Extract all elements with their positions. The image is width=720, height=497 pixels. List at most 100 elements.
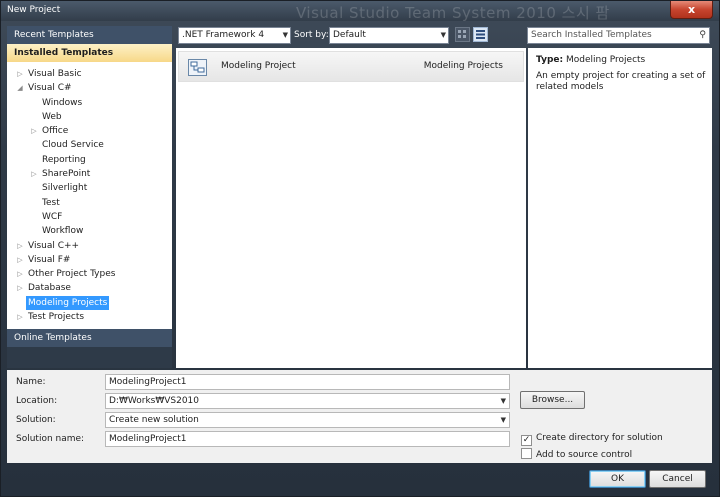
search-icon[interactable]: ⚲ <box>699 28 706 43</box>
tree-item[interactable]: Windows <box>7 96 172 110</box>
description-text: An empty project for creating a set of r… <box>536 71 706 92</box>
tree-item-label: Visual Basic <box>28 69 82 79</box>
tree-item-label: Test Projects <box>28 312 85 323</box>
tree-item[interactable]: ▷ Test Projects <box>7 310 172 324</box>
tree-item[interactable]: Modeling Projects <box>7 295 172 311</box>
tree-item-label: Office <box>42 126 69 137</box>
location-label: Location: <box>16 396 58 406</box>
source-control-label: Add to source control <box>536 450 633 460</box>
tree-item-label: Web <box>42 111 62 122</box>
ok-button[interactable]: OK <box>589 470 646 488</box>
create-directory-checkbox[interactable]: ✓ <box>521 435 532 446</box>
tree-item-label: Visual C# <box>28 83 72 94</box>
tree-item-label: Visual C++ <box>28 240 80 251</box>
tree-item-label: Workflow <box>42 226 84 237</box>
collapsed-arrow-icon[interactable]: ▷ <box>15 310 25 324</box>
tree-item[interactable]: Workflow <box>7 224 172 238</box>
tree-item[interactable]: ◢ Visual C# <box>7 81 172 95</box>
tree-item-label: Test <box>42 197 60 208</box>
source-control-checkbox-row[interactable]: Add to source control <box>521 448 632 460</box>
window-title: New Project <box>7 5 61 15</box>
recent-templates-header[interactable]: Recent Templates <box>7 26 172 44</box>
tree-item-label: Visual F# <box>28 254 71 265</box>
tree-item[interactable]: ▷ Visual C++ <box>7 239 172 253</box>
collapsed-arrow-icon[interactable]: ▷ <box>15 253 25 267</box>
installed-templates-header[interactable]: Installed Templates <box>7 44 172 62</box>
tree-item-label: WCF <box>42 211 63 222</box>
location-value: D:₩Works₩VS2010 <box>109 396 200 406</box>
solution-label: Solution: <box>16 415 56 425</box>
solution-name-label: Solution name: <box>16 434 85 444</box>
chevron-down-icon: ▼ <box>440 31 446 39</box>
create-directory-label: Create directory for solution <box>536 433 663 443</box>
template-name: Modeling Project <box>221 61 296 71</box>
template-item-modeling-project[interactable]: Modeling Project Modeling Projects <box>178 51 524 82</box>
tree-item[interactable]: Web <box>7 110 172 124</box>
list-view-icon <box>476 30 485 39</box>
tree-item[interactable]: WCF <box>7 210 172 224</box>
tree-item[interactable]: Test <box>7 196 172 210</box>
small-icons-view-button[interactable] <box>455 27 470 42</box>
project-details-form: Name: ModelingProject1 Location: D:₩Work… <box>7 370 712 463</box>
browse-button[interactable]: Browse... <box>520 391 585 409</box>
new-project-dialog: New Project Visual Studio Team System 20… <box>0 0 720 497</box>
online-templates-header[interactable]: Online Templates <box>7 329 172 347</box>
tree-item-label: Cloud Service <box>42 140 104 151</box>
tree-item-label: Silverlight <box>42 183 88 194</box>
description-type: Type: Modeling Projects <box>536 55 645 65</box>
tree-item-label: SharePoint <box>42 169 91 180</box>
tree-item[interactable]: Silverlight <box>7 181 172 195</box>
tree-item[interactable]: Cloud Service <box>7 138 172 152</box>
cancel-button[interactable]: Cancel <box>649 470 706 488</box>
tree-item-label: Reporting <box>42 154 86 165</box>
tree-item[interactable]: ▷ SharePoint <box>7 167 172 181</box>
tree-item-label: Other Project Types <box>28 269 116 280</box>
chevron-down-icon[interactable]: ▼ <box>501 413 506 427</box>
tree-item[interactable]: ▷ Office <box>7 124 172 138</box>
framework-value: .NET Framework 4 <box>182 30 265 40</box>
template-description-panel: Type: Modeling Projects An empty project… <box>528 48 712 368</box>
tree-item-label: Windows <box>42 97 83 108</box>
collapsed-arrow-icon[interactable]: ▷ <box>15 267 25 281</box>
tree-item[interactable]: ▷ Other Project Types <box>7 267 172 281</box>
tree-item[interactable]: ▷ Visual F# <box>7 253 172 267</box>
template-list: Modeling Project Modeling Projects <box>176 48 526 368</box>
title-watermark: Visual Studio Team System 2010 스시 팜 <box>296 4 610 22</box>
framework-dropdown[interactable]: .NET Framework 4 ▼ <box>178 27 291 44</box>
left-panel-filler <box>7 347 172 368</box>
template-categories-panel: Recent Templates Installed Templates ▷ Vi… <box>7 26 172 368</box>
create-directory-checkbox-row[interactable]: ✓ Create directory for solution <box>521 433 663 446</box>
expanded-arrow-icon[interactable]: ◢ <box>15 81 25 95</box>
name-input[interactable]: ModelingProject1 <box>105 374 510 390</box>
collapsed-arrow-icon[interactable]: ▷ <box>29 167 39 181</box>
solution-name-value: ModelingProject1 <box>109 434 187 444</box>
tree-item[interactable]: ▷ Database <box>7 281 172 295</box>
collapsed-arrow-icon[interactable]: ▷ <box>15 67 25 81</box>
collapsed-arrow-icon[interactable]: ▷ <box>29 124 39 138</box>
close-icon: x <box>687 3 696 16</box>
solution-dropdown[interactable]: Create new solution ▼ <box>105 412 510 428</box>
title-bar[interactable]: New Project Visual Studio Team System 20… <box>1 1 719 22</box>
solution-name-input[interactable]: ModelingProject1 <box>105 431 510 447</box>
type-value: Modeling Projects <box>565 55 646 65</box>
location-combo[interactable]: D:₩Works₩VS2010 ▼ <box>105 393 510 409</box>
medium-icons-view-button[interactable] <box>473 27 488 42</box>
source-control-checkbox[interactable] <box>521 448 532 459</box>
chevron-down-icon[interactable]: ▼ <box>501 394 506 408</box>
solution-value: Create new solution <box>109 415 199 425</box>
collapsed-arrow-icon[interactable]: ▷ <box>15 239 25 253</box>
template-toolbar: .NET Framework 4 ▼ Sort by: Default ▼ Se… <box>176 26 712 46</box>
tree-item-label: Database <box>28 283 71 294</box>
small-icons-icon <box>458 30 466 38</box>
tree-item[interactable]: ▷ Visual Basic <box>7 67 172 81</box>
tree-item[interactable]: Reporting <box>7 153 172 167</box>
template-type: Modeling Projects <box>423 61 503 71</box>
type-label: Type: <box>536 55 564 65</box>
chevron-down-icon: ▼ <box>282 31 288 39</box>
modeling-project-icon <box>188 59 207 76</box>
tree-item-label: Modeling Projects <box>26 295 110 311</box>
collapsed-arrow-icon[interactable]: ▷ <box>15 281 25 295</box>
close-button[interactable]: x <box>670 1 713 19</box>
search-templates-input[interactable]: Search Installed Templates ⚲ <box>527 27 710 44</box>
sort-dropdown[interactable]: Default ▼ <box>329 27 449 44</box>
